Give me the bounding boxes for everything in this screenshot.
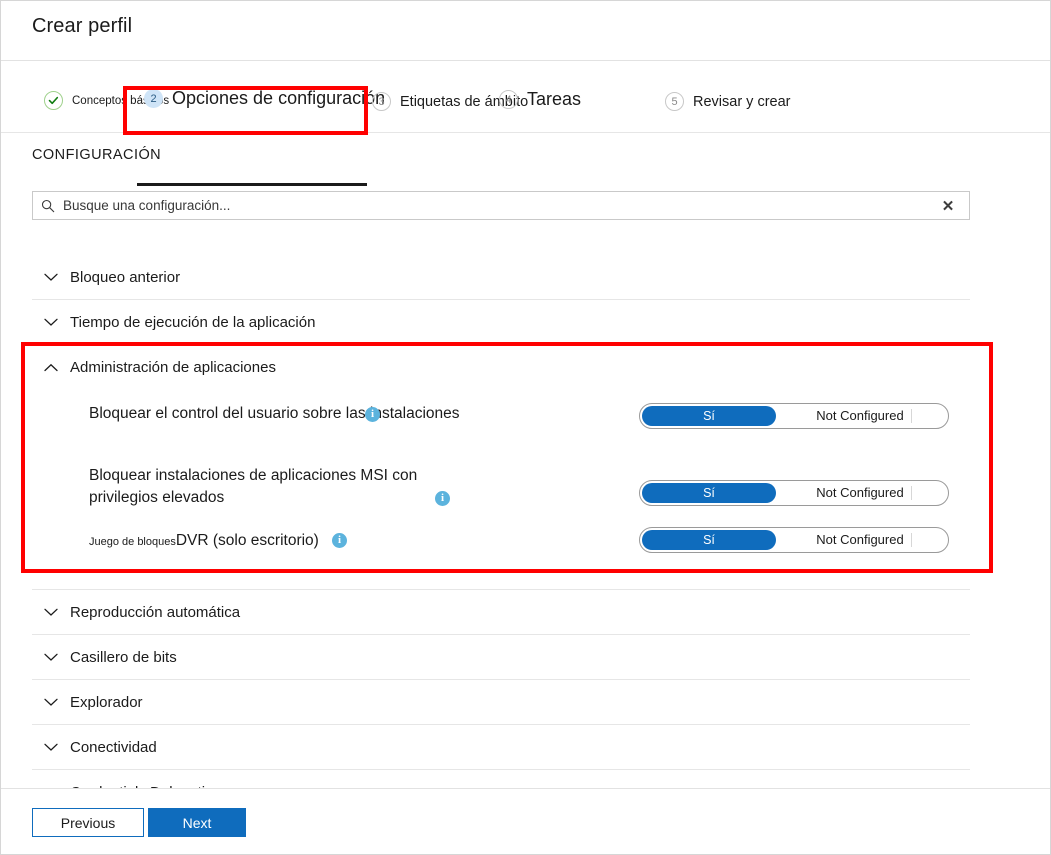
- step-number-badge: 3: [372, 92, 391, 111]
- setting-toggle[interactable]: Sí Not Configured: [639, 527, 949, 553]
- setting-row: Bloquear instalaciones de aplicaciones M…: [32, 465, 970, 527]
- setting-label-text: DVR (solo escritorio): [176, 532, 319, 549]
- accordion-label: Conectividad: [70, 739, 157, 756]
- accordion-header-casillero-de-bits[interactable]: Casillero de bits: [32, 635, 970, 680]
- accordion-label: Casillero de bits: [70, 649, 177, 666]
- setting-toggle[interactable]: Sí Not Configured: [639, 480, 949, 506]
- setting-label: Bloquear el control del usuario sobre la…: [89, 403, 469, 425]
- accordion-label: Explorador: [70, 694, 143, 711]
- chevron-down-icon: [32, 743, 70, 752]
- wizard-step-label: Opciones de configuración: [172, 88, 385, 109]
- toggle-divider: [911, 409, 912, 423]
- accordion-header-reproduccion-automatica[interactable]: Reproducción automática: [32, 590, 970, 635]
- info-icon[interactable]: i: [365, 407, 380, 422]
- window-titlebar: Crear perfil: [1, 1, 1050, 61]
- accordion-header-administracion-de-aplicaciones[interactable]: Administración de aplicaciones: [32, 345, 970, 389]
- step-number-badge: 2: [144, 89, 163, 108]
- page-title: Crear perfil: [32, 15, 132, 38]
- accordion-label: Tiempo de ejecución de la aplicación: [70, 314, 315, 331]
- setting-row: Juego de bloquesDVR (solo escritorio) i …: [32, 527, 970, 571]
- chevron-down-icon: [32, 318, 70, 327]
- search-icon: [33, 199, 63, 213]
- accordion-label: Reproducción automática: [70, 604, 240, 621]
- accordion-header-credentials-delegation[interactable]: Credentials Delegation: [32, 770, 970, 788]
- check-icon: [44, 91, 63, 110]
- chevron-down-icon: [32, 698, 70, 707]
- wizard-footer: Previous Next: [1, 788, 1050, 855]
- accordion-body-administracion-de-aplicaciones: Bloquear el control del usuario sobre la…: [32, 389, 970, 590]
- next-button[interactable]: Next: [148, 808, 246, 837]
- create-profile-window: Crear perfil Conceptos básicos 2 Opcione…: [0, 0, 1051, 855]
- accordion-header-conectividad[interactable]: Conectividad: [32, 725, 970, 770]
- wizard-step-opciones-de-configuracion[interactable]: 2 Opciones de configuración: [144, 88, 385, 109]
- setting-label-text: Bloquear instalaciones de aplicaciones M…: [89, 467, 417, 506]
- wizard-step-label: Revisar y crear: [693, 94, 791, 110]
- settings-section-heading: CONFIGURACIÓN: [32, 147, 161, 163]
- accordion-label: Bloqueo anterior: [70, 269, 180, 286]
- wizard-step-tareas[interactable]: 4 Tareas: [499, 89, 581, 110]
- toggle-off-label: Not Configured: [790, 528, 930, 552]
- chevron-down-icon: [32, 273, 70, 282]
- wizard-step-revisar-y-crear[interactable]: 5 Revisar y crear: [665, 92, 791, 111]
- info-icon[interactable]: i: [435, 491, 450, 506]
- accordion-header-tiempo-de-ejecucion[interactable]: Tiempo de ejecución de la aplicación: [32, 300, 970, 345]
- accordion-header-explorador[interactable]: Explorador: [32, 680, 970, 725]
- toggle-divider: [911, 533, 912, 547]
- toggle-off-label: Not Configured: [790, 404, 930, 428]
- chevron-down-icon: [32, 653, 70, 662]
- chevron-down-icon: [32, 608, 70, 617]
- info-icon[interactable]: i: [332, 533, 347, 548]
- setting-label: Bloquear instalaciones de aplicaciones M…: [89, 465, 469, 509]
- setting-toggle[interactable]: Sí Not Configured: [639, 403, 949, 429]
- wizard-step-label: Tareas: [527, 89, 581, 110]
- toggle-off-label: Not Configured: [790, 481, 930, 505]
- settings-accordion-list: Bloqueo anterior Tiempo de ejecución de …: [32, 255, 970, 788]
- clear-search-icon[interactable]: ✕: [927, 192, 969, 219]
- toggle-on-label: Sí: [642, 406, 776, 426]
- accordion-label: Administración de aplicaciones: [70, 359, 276, 376]
- setting-row: Bloquear el control del usuario sobre la…: [32, 403, 970, 465]
- setting-label: Juego de bloquesDVR (solo escritorio): [89, 530, 469, 553]
- step-number-badge: 4: [499, 90, 518, 109]
- chevron-up-icon: [32, 363, 70, 372]
- setting-label-text: Bloquear el control del usuario sobre la…: [89, 405, 460, 422]
- toggle-on-label: Sí: [642, 530, 776, 550]
- settings-content: CONFIGURACIÓN ✕ Bloqueo anterior Tie: [1, 133, 1050, 788]
- accordion-header-bloqueo-anterior[interactable]: Bloqueo anterior: [32, 255, 970, 300]
- toggle-divider: [911, 486, 912, 500]
- settings-search-box[interactable]: ✕: [32, 191, 970, 220]
- previous-button[interactable]: Previous: [32, 808, 144, 837]
- setting-label-prefix: Juego de bloques: [89, 536, 176, 548]
- search-input[interactable]: [63, 198, 927, 213]
- wizard-steps: Conceptos básicos 2 Opciones de configur…: [1, 62, 1050, 133]
- step-number-badge: 5: [665, 92, 684, 111]
- toggle-on-label: Sí: [642, 483, 776, 503]
